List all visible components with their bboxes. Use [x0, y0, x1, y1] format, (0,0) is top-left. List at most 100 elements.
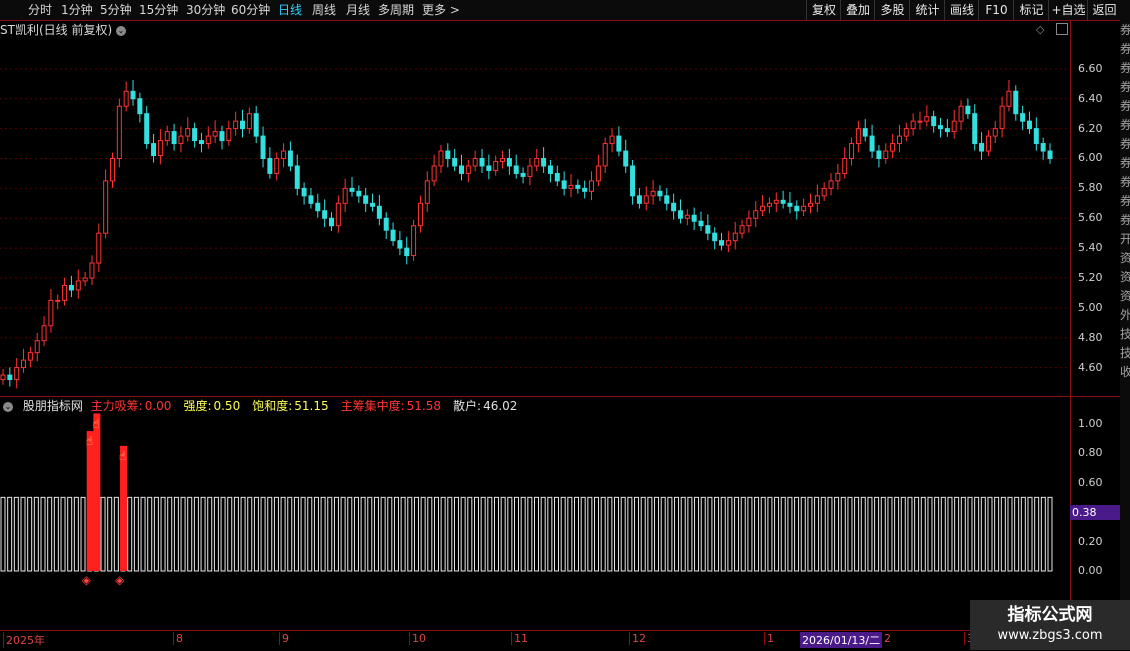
toolbar-btn-1[interactable]: 叠加 — [840, 0, 875, 20]
period-tab-4[interactable]: 30分钟 — [186, 0, 225, 20]
watermark-title: 指标公式网 — [1007, 605, 1093, 625]
sidebar-item[interactable]: 资 — [1120, 288, 1130, 304]
indicator-bar — [547, 496, 553, 572]
hand-pointer-icon: ☝ — [119, 449, 126, 463]
toolbar-btn-5[interactable]: F10 — [978, 0, 1014, 20]
candle-body — [246, 113, 252, 130]
candle-body — [876, 150, 882, 159]
indicator-bar — [340, 496, 346, 572]
period-tab-3[interactable]: 15分钟 — [139, 0, 178, 20]
indicator-bar — [714, 496, 720, 572]
candle-body — [814, 195, 820, 204]
period-tab-0[interactable]: 分时 — [28, 0, 52, 20]
sidebar-item[interactable]: 技 — [1120, 345, 1130, 361]
indicator-bar — [660, 496, 666, 572]
period-tab-5[interactable]: 60分钟 — [231, 0, 270, 20]
sidebar-item[interactable]: 券 — [1120, 22, 1130, 38]
indicator-bar — [140, 496, 146, 572]
candle-body — [349, 187, 355, 192]
sidebar-item[interactable]: 券 — [1120, 79, 1130, 95]
toolbar-btn-7[interactable]: +自选 — [1048, 0, 1088, 20]
sidebar-item[interactable]: 资 — [1120, 269, 1130, 285]
indicator-menu-icon[interactable]: ⌄ — [3, 401, 13, 412]
title-menu-icon[interactable]: ⌄ — [115, 25, 126, 36]
indicator-bar — [887, 496, 893, 572]
indicator-bar — [647, 496, 653, 572]
period-tab-9[interactable]: 多周期 — [378, 0, 414, 20]
main-chart-panel[interactable] — [0, 20, 1070, 396]
period-tab-7[interactable]: 周线 — [312, 0, 336, 20]
indicator-bar — [534, 496, 540, 572]
indicator-bar — [840, 496, 846, 572]
indicator-bar — [420, 496, 426, 572]
candle-body — [1013, 90, 1019, 115]
candle-body — [643, 195, 649, 204]
candle-body — [677, 210, 683, 219]
cursor-date-label: 2026/01/13/二 — [800, 632, 883, 648]
toolbar-btn-3[interactable]: 统计 — [909, 0, 945, 20]
indicator-bar — [240, 496, 246, 572]
toolbar-btn-4[interactable]: 画线 — [944, 0, 979, 20]
indicator-bar — [800, 496, 806, 572]
candle-body — [151, 143, 157, 157]
sidebar-item[interactable]: 开 — [1120, 231, 1130, 247]
sidebar-item[interactable]: 外 — [1120, 307, 1130, 323]
sidebar-item[interactable]: 券 — [1120, 98, 1130, 114]
candle-body — [944, 128, 950, 133]
candle-body — [595, 165, 601, 182]
candlestick-chart — [0, 68, 1070, 389]
candle-body — [315, 202, 321, 212]
sidebar-item[interactable]: 技 — [1120, 326, 1130, 342]
period-tab-6[interactable]: 日线 — [278, 0, 302, 20]
diamond-icon[interactable]: ◇ — [1036, 23, 1044, 36]
period-tab-10[interactable]: 更多 > — [422, 0, 460, 20]
indicator-field-label: 主力吸筹: — [90, 399, 143, 413]
toolbar-btn-2[interactable]: 多股 — [874, 0, 910, 20]
candle-body — [219, 131, 225, 142]
signal-bar — [86, 431, 94, 571]
indicator-bar — [794, 496, 800, 572]
toolbar-btn-6[interactable]: 标记 — [1013, 0, 1049, 20]
sidebar-item[interactable]: 收 — [1120, 364, 1130, 380]
indicator-tick-label: 0.60 — [1078, 475, 1103, 489]
candle-body — [342, 187, 348, 204]
sidebar-item[interactable]: 券 — [1120, 155, 1130, 171]
indicator-bar — [413, 496, 419, 572]
sidebar-item[interactable]: 券 — [1120, 41, 1130, 57]
sidebar-item[interactable]: 券 — [1120, 136, 1130, 152]
indicator-bar — [40, 496, 46, 572]
candle-body — [561, 180, 567, 189]
sidebar-item[interactable]: 券 — [1120, 193, 1130, 209]
sidebar-item[interactable]: 券 — [1120, 174, 1130, 190]
candle-body — [431, 165, 437, 182]
indicator-bar — [820, 496, 826, 572]
candle-body — [171, 131, 177, 145]
period-tab-8[interactable]: 月线 — [346, 0, 370, 20]
date-axis[interactable]: 2025年891011121232026/01/13/二 — [0, 630, 1130, 651]
sidebar-item[interactable]: 券 — [1120, 117, 1130, 133]
indicator-bar — [667, 496, 673, 572]
candle-body — [465, 165, 471, 174]
indicator-bar — [487, 496, 493, 572]
sidebar-item[interactable]: 券 — [1120, 212, 1130, 228]
candle-body — [48, 299, 54, 327]
period-tab-2[interactable]: 5分钟 — [100, 0, 132, 20]
toolbar-btn-0[interactable]: 复权 — [806, 0, 841, 20]
candle-body — [807, 202, 813, 207]
indicator-bar — [707, 496, 713, 572]
candle-body — [842, 157, 848, 174]
candle-body — [445, 150, 451, 159]
sidebar-item[interactable]: 资 — [1120, 250, 1130, 266]
candle-body — [616, 135, 622, 152]
period-tab-1[interactable]: 1分钟 — [61, 0, 93, 20]
candle-body — [164, 131, 170, 142]
indicator-bar — [680, 496, 686, 572]
panel-maximize-icon[interactable] — [1056, 23, 1068, 35]
candle-body — [1020, 113, 1026, 122]
sidebar-item[interactable]: 券 — [1120, 60, 1130, 76]
indicator-bar — [100, 496, 106, 572]
toolbar-btn-8[interactable]: 返回 — [1087, 0, 1121, 20]
candle-body — [308, 195, 314, 204]
candle-body — [862, 128, 868, 137]
indicator-panel[interactable]: ☝ ◈ ☝ ☝ ◈ — [0, 397, 1070, 630]
